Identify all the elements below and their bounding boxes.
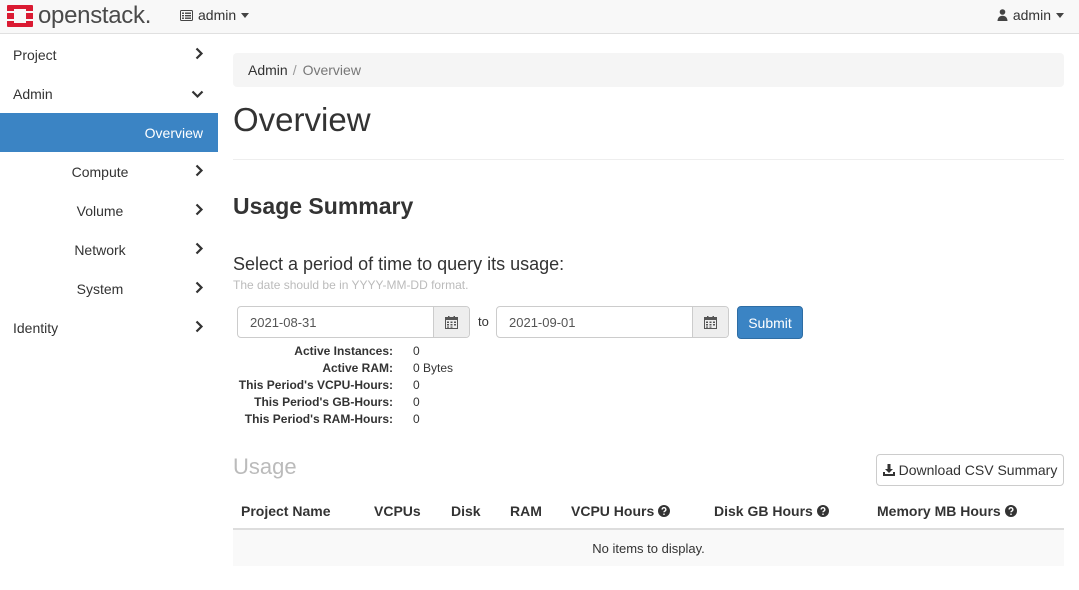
column-label: Memory MB Hours	[877, 503, 1001, 519]
sidebar-item-volume[interactable]: Volume	[0, 191, 218, 230]
sidebar-nav: Project Admin Overview Compute Volume Ne…	[0, 35, 218, 347]
user-dropdown-label: admin	[1012, 7, 1051, 23]
page-title: Overview	[233, 101, 371, 138]
sidebar-item-system[interactable]: System	[0, 269, 218, 308]
sidebar-item-label: Network	[74, 241, 126, 258]
chevron-right-icon	[195, 164, 204, 177]
top-navbar: openstack. admin admin	[0, 0, 1079, 34]
help-icon[interactable]	[1004, 505, 1017, 517]
chevron-down-icon	[191, 90, 204, 99]
column-memory-mb-hours[interactable]: Memory MB Hours	[877, 503, 1017, 519]
calendar-icon	[445, 315, 458, 329]
column-vcpus[interactable]: VCPUs	[374, 503, 421, 519]
header-divider	[233, 159, 1064, 160]
sidebar-item-admin[interactable]: Admin	[0, 74, 218, 113]
breadcrumb: Admin / Overview	[233, 53, 1064, 87]
sidebar-item-overview[interactable]: Overview	[0, 113, 218, 152]
end-date-input[interactable]: 2021-09-01	[497, 307, 692, 337]
sidebar-item-label: Volume	[76, 202, 124, 219]
column-disk[interactable]: Disk	[451, 503, 481, 519]
stat-value: 0	[413, 343, 420, 358]
sidebar-item-label: Identity	[13, 319, 59, 336]
column-label: Disk GB Hours	[714, 503, 813, 519]
sidebar-item-project[interactable]: Project	[0, 35, 218, 74]
usage-stats: Active Instances: 0 Active RAM: 0 Bytes …	[233, 342, 453, 427]
end-date-group: 2021-09-01	[496, 306, 729, 338]
chevron-right-icon	[195, 203, 204, 216]
column-label: Disk	[451, 503, 481, 519]
sidebar-item-compute[interactable]: Compute	[0, 152, 218, 191]
column-label: VCPU Hours	[571, 503, 655, 519]
start-date-picker-button[interactable]	[433, 307, 469, 337]
column-label: VCPUs	[374, 503, 421, 519]
breadcrumb-separator: /	[292, 62, 297, 78]
stat-value: 0 Bytes	[413, 360, 454, 375]
start-date-group: 2021-08-31	[237, 306, 470, 338]
sidebar-item-label: System	[76, 280, 124, 297]
period-query-title: Select a period of time to query its usa…	[233, 254, 565, 274]
column-vcpu-hours[interactable]: VCPU Hours	[571, 503, 671, 519]
column-project-name[interactable]: Project Name	[241, 503, 330, 519]
stat-label: This Period's GB-Hours:	[254, 394, 393, 409]
chevron-right-icon	[195, 281, 204, 294]
usage-heading: Usage	[233, 454, 297, 479]
calendar-icon	[704, 315, 717, 329]
usage-table: Project Name VCPUs Disk RAM VCPU Hours D…	[233, 491, 1064, 566]
chevron-right-icon	[195, 47, 204, 60]
caret-down-icon	[1056, 12, 1064, 18]
stat-vcpu-hours: This Period's VCPU-Hours: 0	[233, 376, 453, 393]
help-icon[interactable]	[658, 505, 671, 517]
date-format-help: The date should be in YYYY-MM-DD format.	[233, 278, 469, 292]
breadcrumb-current: Overview	[302, 62, 361, 78]
stat-label: Active RAM:	[322, 360, 393, 375]
stat-label: This Period's RAM-Hours:	[244, 411, 393, 426]
project-list-icon	[180, 9, 193, 21]
stat-active-instances: Active Instances: 0	[233, 342, 453, 359]
stat-value: 0	[413, 394, 420, 409]
openstack-logo-icon	[7, 5, 33, 27]
user-dropdown[interactable]: admin	[997, 0, 1064, 30]
sidebar-item-identity[interactable]: Identity	[0, 308, 218, 347]
stat-value: 0	[413, 377, 420, 392]
table-header: Project Name VCPUs Disk RAM VCPU Hours D…	[233, 491, 1064, 530]
openstack-logo[interactable]: openstack.	[6, 3, 151, 29]
stat-ram-hours: This Period's RAM-Hours: 0	[233, 410, 453, 427]
sidebar-item-label: Project	[13, 46, 57, 63]
sidebar-item-network[interactable]: Network	[0, 230, 218, 269]
project-dropdown-label: admin	[198, 7, 237, 23]
logo-text: openstack.	[38, 2, 152, 29]
end-date-picker-button[interactable]	[692, 307, 728, 337]
project-dropdown[interactable]: admin	[180, 0, 250, 30]
stat-value: 0	[413, 411, 420, 426]
caret-down-icon	[241, 12, 250, 18]
to-label: to	[478, 314, 489, 329]
chevron-right-icon	[195, 242, 204, 255]
stat-active-ram: Active RAM: 0 Bytes	[233, 359, 453, 376]
sidebar-item-label: Admin	[13, 85, 53, 102]
download-icon	[882, 464, 895, 476]
user-icon	[997, 9, 1008, 21]
sidebar-item-label: Overview	[144, 124, 203, 141]
start-date-input[interactable]: 2021-08-31	[238, 307, 433, 337]
help-icon[interactable]	[816, 505, 829, 517]
usage-summary-heading: Usage Summary	[233, 193, 414, 219]
column-label: Project Name	[241, 503, 331, 519]
column-ram[interactable]: RAM	[510, 503, 542, 519]
stat-label: Active Instances:	[294, 343, 393, 358]
download-csv-button[interactable]: Download CSV Summary	[876, 454, 1064, 486]
chevron-right-icon	[195, 320, 204, 333]
column-label: RAM	[510, 503, 542, 519]
empty-table-row: No items to display.	[233, 530, 1064, 566]
column-disk-gb-hours[interactable]: Disk GB Hours	[714, 503, 829, 519]
stat-label: This Period's VCPU-Hours:	[238, 377, 393, 392]
breadcrumb-admin-link[interactable]: Admin	[248, 62, 288, 78]
sidebar-item-label: Compute	[71, 163, 129, 180]
submit-button[interactable]: Submit	[737, 306, 803, 339]
download-csv-label: Download CSV Summary	[898, 462, 1058, 478]
stat-gb-hours: This Period's GB-Hours: 0	[233, 393, 453, 410]
